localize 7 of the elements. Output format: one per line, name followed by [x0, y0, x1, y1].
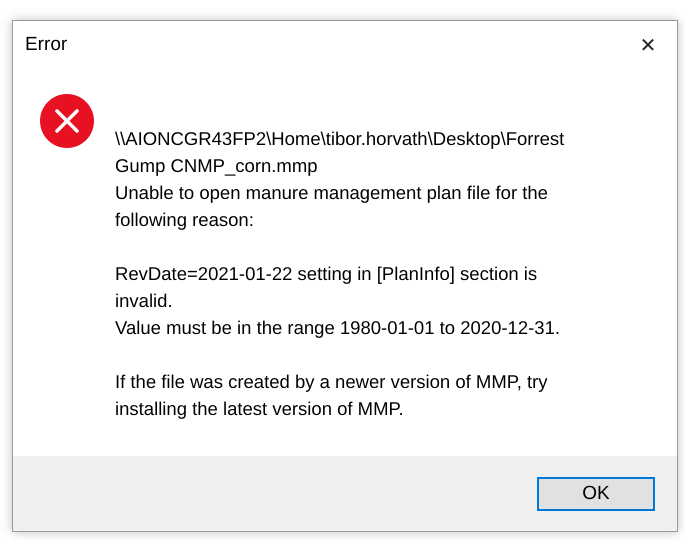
message-text: \\AIONCGR43FP2\Home\tibor.horvath\Desktop\Forrest Gump CNMP_corn.mmp Unable to open manure management plan file for the following reason: [115, 127, 564, 232]
window-title: Error [25, 34, 68, 56]
ok-button[interactable]: OK [537, 476, 655, 510]
error-icon [39, 93, 95, 149]
message-text: RevDate=2021-01-22 setting in [PlanInfo] section is invalid. Value must be in the range 1980-01-01 to 2020-12-31. [115, 262, 561, 340]
close-button[interactable]: ✕ [619, 23, 677, 67]
message-text: If the file was created by a newer version of MMP, try installing the latest version of MMP. [115, 370, 549, 421]
